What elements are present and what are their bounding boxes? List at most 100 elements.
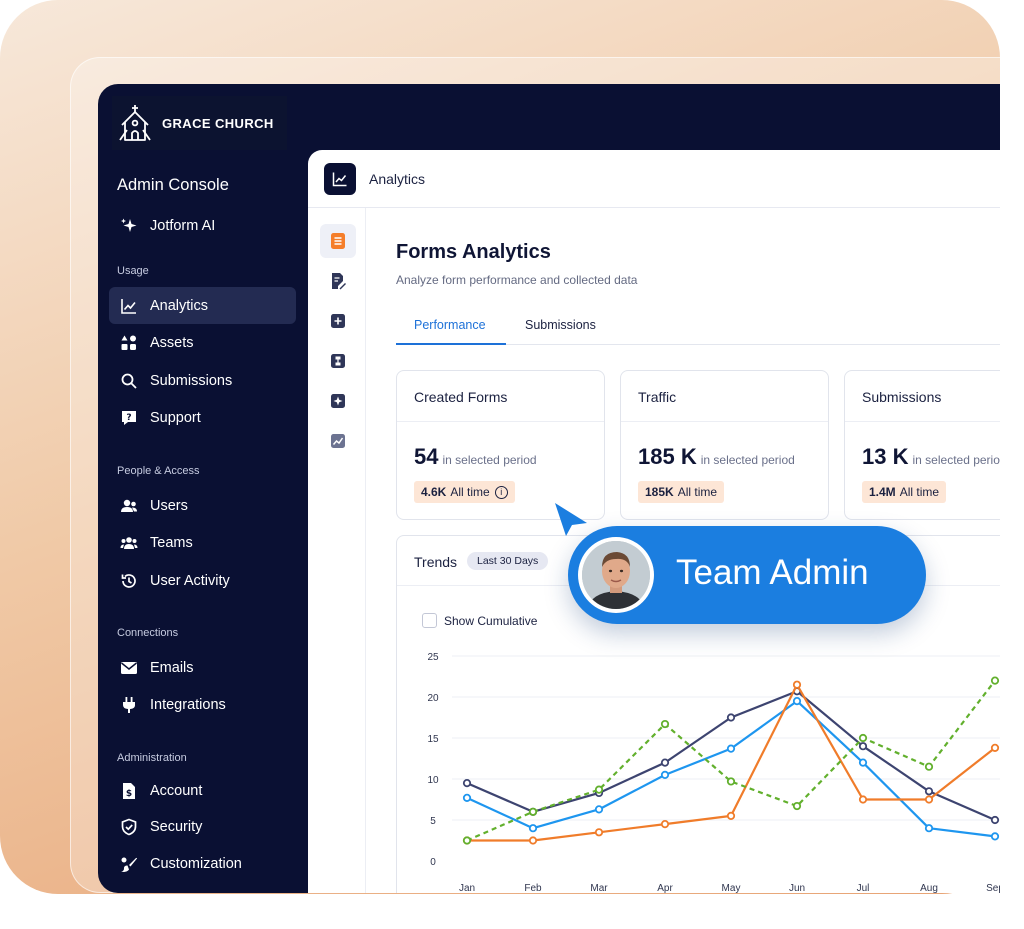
stat-period: in selected period [700, 453, 795, 467]
analytics-tabs: Performance Submissions [396, 304, 1000, 345]
data-point [924, 762, 934, 771]
data-point [594, 785, 604, 794]
series-line [466, 690, 996, 822]
data-point [528, 807, 538, 816]
sidebar-item-customization[interactable]: Customization [109, 845, 296, 882]
plug-icon [119, 695, 138, 714]
stat-title: Submissions [862, 389, 942, 405]
all-time-badge: 4.6K All time i [414, 481, 515, 503]
stat-title: Traffic [638, 389, 677, 405]
section-label-people: People & Access [117, 465, 200, 477]
sidebar-item-jotform-ai[interactable]: Jotform AI [109, 207, 296, 244]
x-tick-label: Mar [590, 883, 608, 893]
rail-forms-button[interactable] [320, 224, 356, 258]
data-point [924, 824, 934, 833]
help-chat-icon: ? [119, 408, 138, 427]
app-window: GRACE CHURCH Admin Console Jotform AI Us… [98, 84, 1000, 893]
data-point [726, 811, 736, 820]
y-tick-label: 20 [427, 693, 439, 704]
stat-number: 185 [638, 444, 675, 469]
all-time-label: All time [677, 485, 718, 499]
stat-title: Created Forms [414, 389, 508, 405]
stat-unit: K [892, 444, 909, 469]
data-point [726, 713, 736, 722]
stat-value: 185 Kin selected period [638, 444, 795, 470]
sidebar-item-security[interactable]: Security [109, 808, 296, 845]
history-icon [119, 571, 138, 590]
tab-submissions[interactable]: Submissions [525, 318, 596, 332]
data-point [858, 733, 868, 743]
stat-divider [621, 421, 828, 422]
analytics-app-icon [324, 162, 356, 195]
sidebar-item-teams[interactable]: Teams [109, 524, 296, 561]
stat-card-submissions[interactable]: Submissions 13 Kin selected period 1.4M A… [844, 370, 1000, 520]
console-title: Admin Console [117, 176, 229, 194]
svg-text:$: $ [125, 789, 131, 799]
data-point [594, 828, 604, 837]
data-point [528, 836, 538, 845]
sidebar-item-assets[interactable]: Assets [109, 324, 296, 361]
info-icon[interactable]: i [494, 485, 508, 499]
sidebar-item-user-activity[interactable]: User Activity [109, 562, 296, 599]
x-tick-label: Feb [524, 883, 542, 893]
all-time-badge: 1.4M All time [862, 481, 947, 503]
sidebar-item-label: Assets [150, 334, 194, 351]
data-point [726, 744, 736, 753]
y-tick-label: 10 [427, 775, 439, 786]
team-icon [119, 533, 138, 552]
brand-name: GRACE CHURCH [162, 115, 274, 131]
rail-edit-button[interactable] [320, 264, 356, 298]
stat-period: in selected period [442, 453, 537, 467]
x-tick-label: Jun [789, 883, 805, 893]
shapes-icon [119, 333, 138, 352]
header-title: Analytics [369, 170, 426, 187]
x-tick-label: May [722, 883, 741, 893]
data-point [990, 743, 1000, 752]
search-icon [119, 371, 138, 390]
data-point [726, 777, 736, 786]
data-point [462, 836, 472, 845]
sidebar-item-emails[interactable]: Emails [109, 649, 296, 686]
stat-number: 13 [862, 444, 887, 469]
data-point [660, 719, 670, 729]
x-tick-label: Apr [657, 883, 673, 893]
data-point [990, 676, 1000, 685]
all-time-value: 4.6K [421, 485, 447, 499]
rail-ai-button[interactable] [320, 384, 356, 418]
rail-tables-button[interactable] [320, 304, 356, 338]
all-time-value: 1.4M [869, 485, 896, 499]
stat-unit: K [680, 444, 697, 469]
sidebar-item-support[interactable]: ? Support [109, 399, 296, 436]
sidebar-item-label: Customization [150, 855, 242, 872]
sidebar-item-integrations[interactable]: Integrations [109, 686, 296, 723]
all-time-label: All time [899, 485, 940, 499]
stat-divider [845, 421, 1000, 422]
workflow-icon [331, 354, 345, 368]
sidebar-item-users[interactable]: Users [109, 487, 296, 524]
sidebar-item-label: Submissions [150, 372, 233, 389]
badge-label: Team Admin [676, 553, 869, 592]
sidebar-item-submissions[interactable]: Submissions [109, 362, 296, 399]
tool-rail [308, 208, 366, 893]
data-point [858, 758, 868, 767]
sidebar-item-account[interactable]: $ Account [109, 772, 296, 809]
avatar [578, 537, 654, 613]
church-icon [119, 105, 151, 141]
stat-card-traffic[interactable]: Traffic 185 Kin selected period 185K All … [620, 370, 829, 520]
data-point [990, 815, 1000, 825]
y-tick-label: 5 [430, 816, 436, 827]
stat-card-created-forms[interactable]: Created Forms 54 in selected period 4.6K A… [396, 370, 605, 520]
sidebar-item-analytics[interactable]: Analytics [109, 287, 296, 324]
rail-reports-button[interactable] [320, 424, 356, 458]
data-point [792, 801, 802, 811]
tab-performance[interactable]: Performance [414, 318, 486, 332]
rail-workflow-button[interactable] [320, 344, 356, 378]
sparkle-icon [119, 216, 138, 235]
main-panel: Analytics Forms Analytics Analyze form p… [308, 150, 1000, 893]
cursor-pointer-icon [555, 503, 587, 536]
brand-logo[interactable]: GRACE CHURCH [112, 96, 287, 150]
all-time-value: 185K [645, 485, 674, 499]
form-icon [331, 233, 345, 249]
svg-text:?: ? [126, 413, 131, 423]
data-point [990, 832, 1000, 841]
